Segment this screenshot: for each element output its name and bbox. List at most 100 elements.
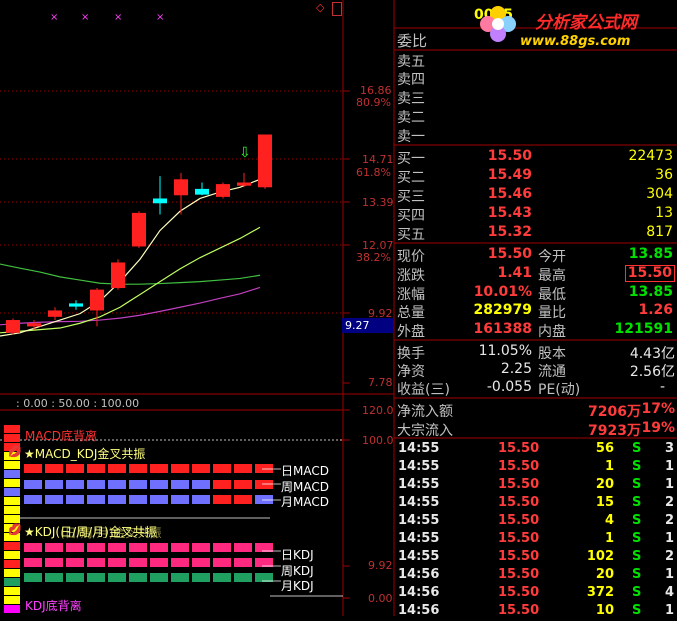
kdj-signal-cell [129,558,147,567]
tick-count: 3 [664,441,674,456]
tick-row[interactable]: 14:56 15.50 20 S 1 [396,567,677,585]
tick-row[interactable]: 14:56 15.50 10 S 1 [396,603,677,621]
macd-signal-cell [213,464,231,473]
tick-time: 14:56 [398,567,440,582]
cursor-price-label: 9.27 [342,318,393,333]
macd-signal-cell [171,464,189,473]
fund-label: PE(动) [538,382,581,398]
tick-row[interactable]: 14:55 15.50 20 S 1 [396,477,677,495]
quote-label: 总量 [397,305,425,321]
macd-signal-cell [108,495,126,504]
bid-row[interactable]: 买二 15.49 36 [396,167,677,186]
quote-value: 1.41 [497,265,532,281]
macd-signal-cell [24,464,42,473]
sub-tick: 9.92 [368,559,393,572]
tick-count: 1 [664,531,674,546]
kdj-signal-cell [150,573,168,582]
flow-label: 大宗流入 [397,423,453,439]
tick-vol: 20 [595,567,614,582]
quote-value: 161388 [473,321,532,337]
tick-price: 15.50 [498,513,540,528]
scroll-toggle[interactable] [332,2,342,16]
macd-signal-cell [213,495,231,504]
indicator-params: : 0.00 : 50.00 : 100.00 [16,397,140,410]
kdj-signal-cell [87,558,105,567]
row-label: 日MACD [281,464,329,478]
bid-row[interactable]: 买三 15.46 304 [396,186,677,205]
ask-label: 卖三 [397,91,425,107]
tick-row[interactable]: 14:55 15.50 56 S 3 [396,441,677,459]
kdj-signal-cell [87,543,105,552]
price-tick: 7.78 [368,376,393,389]
tick-side: S [632,513,642,528]
top-marker: × [50,12,59,23]
quote-value: 13.85 [628,284,673,300]
candle-body [216,184,230,197]
tick-time: 14:55 [398,477,440,492]
macd-signal-cell [108,480,126,489]
quote-value: 15.50 [487,246,532,262]
candle-body [90,289,104,311]
tick-vol: 1 [604,531,614,546]
tick-vol: 372 [586,585,614,600]
macd-signal-cell [255,495,273,504]
kdj-signal-cell [108,558,126,567]
sub-tick: 100.0 [362,434,394,447]
kdj-signal-cell [150,558,168,567]
signal-strip-cell [4,488,20,496]
signal-strip-cell [4,479,20,487]
candle-body [132,212,146,247]
kdj-signal-cell [171,543,189,552]
tick-vol: 1 [604,459,614,474]
tick-row[interactable]: 14:55 15.50 4 S 2 [396,513,677,531]
kdj-signal-cell [234,573,252,582]
fund-value: 2.25 [500,361,532,377]
candle-body [111,262,125,289]
price-tick: 13.39 [362,196,394,209]
candle-body [27,323,41,327]
macd-signal-cell [87,464,105,473]
kdj-signal-cell [213,573,231,582]
tick-row[interactable]: 14:55 15.50 15 S 2 [396,495,677,513]
lips-icon: 💋 [8,445,22,458]
kdj-signal-cell [24,543,42,552]
buy-arrow-icon: ⇩ [239,145,251,161]
tick-row[interactable]: 14:55 15.50 1 S 1 [396,531,677,549]
kdj-signal-cell [129,573,147,582]
macd-signal-cell [171,480,189,489]
pct-tick: 80.9% [356,96,391,109]
signal-strip-cell [4,497,20,505]
kdj-signal-cell [24,573,42,582]
bid-price: 15.32 [487,224,532,240]
tick-row[interactable]: 14:55 15.50 102 S 2 [396,549,677,567]
fund-label: 换手 [397,346,425,362]
tick-price: 15.50 [498,549,540,564]
macd-signal-cell [45,480,63,489]
tick-price: 15.50 [498,567,540,582]
flow-label: 净流入额 [397,404,453,420]
macd-signal-cell [66,480,84,489]
tick-count: 2 [664,513,674,528]
macd-signal-cell [234,495,252,504]
bid-row[interactable]: 买五 15.32 817 [396,224,677,243]
diamond-icon[interactable]: ◇ [316,1,324,14]
tick-row[interactable]: 14:56 15.50 372 S 4 [396,585,677,603]
macd-signal-cell [255,480,273,489]
bid-label: 买三 [397,189,425,205]
tick-time: 14:55 [398,513,440,528]
fund-label: 流通 [538,364,566,380]
kdj-signal-cell [108,543,126,552]
macd-signal-cell [171,495,189,504]
bid-vol: 13 [655,205,673,221]
bid-row[interactable]: 买四 15.43 13 [396,205,677,224]
bid-row[interactable]: 买一 15.50 22473 [396,148,677,167]
tick-row[interactable]: 14:55 15.50 1 S 1 [396,459,677,477]
quote-label: 外盘 [397,324,425,340]
ratio-label: 委比 [397,32,428,50]
candle-body [174,179,188,196]
signal-strip-cell [4,515,20,523]
bid-price: 15.43 [487,205,532,221]
tick-time: 14:56 [398,585,440,600]
quote-value: 1.26 [638,302,673,318]
kdj-signal-cell [129,543,147,552]
